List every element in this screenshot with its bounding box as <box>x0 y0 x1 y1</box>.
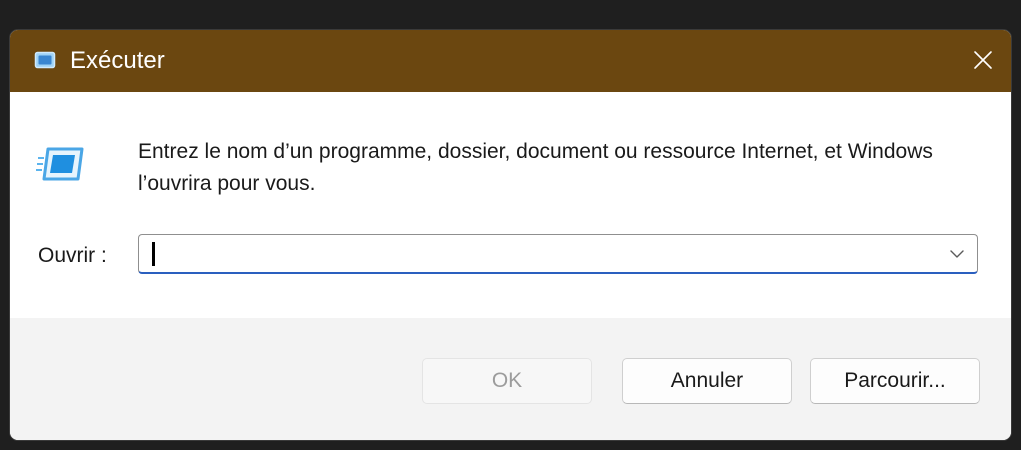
chevron-down-icon <box>950 250 964 258</box>
desktop-background: Exécuter Entrez le nom d’un programme, d… <box>0 0 1021 450</box>
open-combobox[interactable] <box>138 234 978 274</box>
close-icon <box>974 51 992 69</box>
dialog-description: Entrez le nom d’un programme, dossier, d… <box>138 140 933 195</box>
dialog-content: Entrez le nom d’un programme, dossier, d… <box>10 92 1011 318</box>
open-label: Ouvrir : <box>38 244 107 267</box>
text-cursor <box>152 242 155 266</box>
run-dialog: Exécuter Entrez le nom d’un programme, d… <box>10 30 1011 440</box>
run-program-icon <box>36 144 84 184</box>
title-bar[interactable]: Exécuter <box>10 30 1011 92</box>
window-title: Exécuter <box>70 47 165 74</box>
cancel-button[interactable]: Annuler <box>622 358 792 404</box>
ok-button[interactable]: OK <box>422 358 592 404</box>
button-bar: OK Annuler Parcourir... <box>10 318 1011 440</box>
open-input[interactable] <box>149 239 919 269</box>
close-button[interactable] <box>953 30 1011 92</box>
run-icon <box>34 51 56 69</box>
browse-button[interactable]: Parcourir... <box>810 358 980 404</box>
dropdown-button[interactable] <box>937 235 977 273</box>
